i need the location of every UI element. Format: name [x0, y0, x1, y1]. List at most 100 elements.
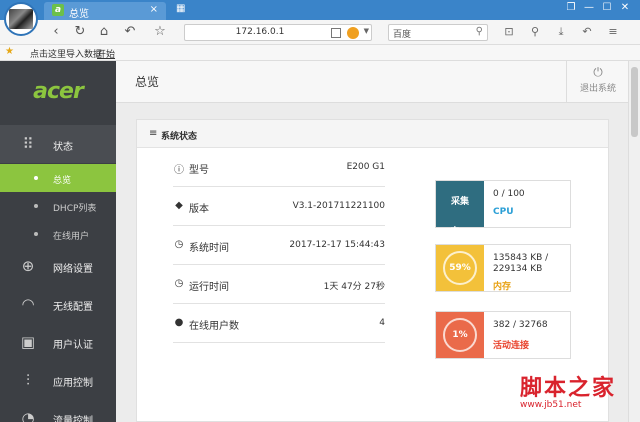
sidebar-item-label: 应用控制	[53, 378, 93, 389]
sidebar-item-label: 网络设置	[53, 264, 93, 275]
panel-title: 系统状态	[161, 132, 198, 142]
clock-icon: ◷	[174, 278, 184, 289]
logout-button[interactable]: ⏻ 退出系统	[566, 61, 628, 103]
info-key: 版本	[189, 204, 209, 215]
stat-value: 382 / 32768	[493, 320, 548, 330]
undo-icon[interactable]: ↶	[578, 24, 596, 40]
bullet-icon	[34, 232, 38, 236]
info-key: 在线用户数	[189, 321, 239, 332]
stat-badge: 采集中...	[436, 181, 484, 237]
grid-dots-icon: ⠿	[22, 135, 34, 153]
sidebar-item-network[interactable]: ⊕ 网络设置	[0, 247, 116, 285]
bookmark-star-icon: ★	[5, 46, 14, 57]
extension-icon[interactable]	[347, 27, 359, 39]
sidebar-subitem-label: DHCP列表	[53, 204, 97, 214]
gauge-icon: ◔	[21, 409, 35, 422]
tab-favicon-icon: a	[52, 4, 64, 16]
sidebar-subitem-overview[interactable]: 总览	[0, 164, 116, 192]
info-value: E200 G1	[346, 162, 385, 172]
download-icon[interactable]: ⤓	[552, 24, 570, 40]
home-icon[interactable]: ⌂	[96, 24, 112, 40]
browser-tab-overview[interactable]: a 总览 ×	[44, 2, 166, 20]
wifi-icon: ◠	[21, 295, 35, 313]
info-row-model: ⓘ 型号 E200 G1	[173, 148, 385, 187]
sidebar-subitem-online-users[interactable]: 在线用户	[0, 220, 116, 248]
import-bookmarks-link[interactable]: 点击这里导入数据	[30, 47, 102, 60]
stat-badge-text: 1%	[443, 318, 477, 352]
stat-value: 0 / 100	[493, 189, 525, 199]
sidebar-subitem-label: 总览	[53, 176, 72, 186]
stat-name: 内存	[493, 282, 512, 292]
logout-label: 退出系统	[579, 84, 616, 94]
info-value: 1天 47分 27秒	[323, 282, 385, 292]
sidebar-item-app-control[interactable]: ⫶ 应用控制	[0, 361, 116, 399]
sidebar-subitem-label: 在线用户	[53, 232, 90, 242]
info-row-online-users: ● 在线用户数 4	[173, 304, 385, 343]
menu-icon[interactable]: ≡	[604, 24, 622, 40]
scrollbar-thumb[interactable]	[631, 67, 638, 137]
bookmarks-bar: ★ 点击这里导入数据 开始	[0, 45, 640, 61]
info-icon: ⓘ	[174, 165, 184, 176]
stat-badge: 1%	[436, 312, 484, 358]
stat-name: CPU	[493, 207, 514, 217]
tab-close-icon[interactable]: ×	[150, 4, 158, 15]
browser-tab-bar: a 总览 × ▦ ❐ — ☐ ✕	[0, 0, 640, 20]
crop-icon[interactable]: ⊡	[500, 24, 518, 40]
sidebar-subitem-dhcp[interactable]: DHCP列表	[0, 192, 116, 220]
info-value: 2017-12-17 15:44:43	[289, 240, 385, 250]
sidebar: acer ⠿ 状态 总览 DHCP列表 在线用户 ⊕ 网络设置 ◠ 无线配置 ▣…	[0, 61, 116, 422]
bullet-icon	[34, 204, 38, 208]
address-bar[interactable]: 172.16.0.1 ▼	[184, 24, 372, 41]
tab-grid-icon[interactable]: ▦	[176, 4, 188, 14]
refresh-icon[interactable]: ↻	[72, 24, 88, 40]
chevron-down-icon[interactable]: ▼	[364, 27, 369, 35]
browser-avatar[interactable]	[4, 2, 38, 36]
panel-header: ≡ 系统状态	[137, 120, 608, 148]
search-input[interactable]: 百度 ⚲	[388, 24, 488, 41]
globe-icon: ⊕	[21, 257, 35, 275]
watermark: 脚本之家 www.jb51.net	[520, 370, 630, 410]
undo-icon[interactable]: ↶	[122, 24, 138, 40]
address-url: 172.16.0.1	[235, 27, 285, 37]
sidebar-item-traffic-control[interactable]: ◔ 流量控制	[0, 399, 116, 422]
stat-badge: 59%	[436, 245, 484, 291]
stat-badge-text: 59%	[443, 251, 477, 285]
tag-icon: ◆	[175, 200, 183, 211]
watermark-title: 脚本之家	[520, 375, 617, 401]
stat-value: 135843 KB / 229134 KB	[493, 253, 549, 274]
sidebar-item-label: 无线配置	[53, 302, 93, 313]
id-card-icon: ▣	[20, 333, 36, 351]
qr-code-icon[interactable]	[331, 28, 341, 38]
list-icon: ≡	[149, 128, 158, 139]
maximize-icon[interactable]: ☐	[598, 2, 616, 13]
main-content: 总览 ⏻ 退出系统 ≡ 系统状态 ⓘ 型号 E200 G1 ◆ 版本 V3.1-…	[116, 61, 628, 422]
stat-card-connections: 1% 382 / 32768 活动连接	[435, 311, 571, 359]
info-row-uptime: ◷ 运行时间 1天 47分 27秒	[173, 265, 385, 304]
sidebar-item-auth[interactable]: ▣ 用户认证	[0, 323, 116, 361]
sidebar-item-label: 流量控制	[53, 416, 93, 422]
restore-icon[interactable]: ❐	[562, 2, 580, 13]
user-icon: ●	[174, 317, 184, 328]
back-icon[interactable]: ‹	[48, 24, 64, 40]
bullet-icon	[34, 176, 38, 180]
clock-icon: ◷	[174, 239, 184, 250]
power-icon: ⏻	[593, 65, 603, 79]
info-row-system-time: ◷ 系统时间 2017-12-17 15:44:43	[173, 226, 385, 265]
info-value: 4	[379, 318, 385, 328]
sidebar-item-label: 用户认证	[53, 340, 93, 351]
page-title: 总览	[135, 75, 160, 89]
page-scrollbar[interactable]	[628, 61, 640, 422]
sidebar-item-status[interactable]: ⠿ 状态	[0, 125, 116, 163]
minimize-icon[interactable]: —	[580, 2, 598, 13]
pin-icon[interactable]: ⚲	[526, 24, 544, 40]
sidebar-item-wireless[interactable]: ◠ 无线配置	[0, 285, 116, 323]
window-controls: ❐ — ☐ ✕	[562, 2, 634, 13]
sidebar-item-label: 状态	[53, 142, 73, 153]
favorite-star-icon[interactable]: ☆	[152, 24, 168, 40]
start-link[interactable]: 开始	[97, 47, 115, 60]
sliders-icon: ⫶	[26, 371, 30, 389]
search-icon[interactable]: ⚲	[476, 26, 483, 37]
stat-name: 活动连接	[493, 341, 530, 351]
close-window-icon[interactable]: ✕	[616, 2, 634, 13]
info-key: 型号	[189, 165, 209, 176]
